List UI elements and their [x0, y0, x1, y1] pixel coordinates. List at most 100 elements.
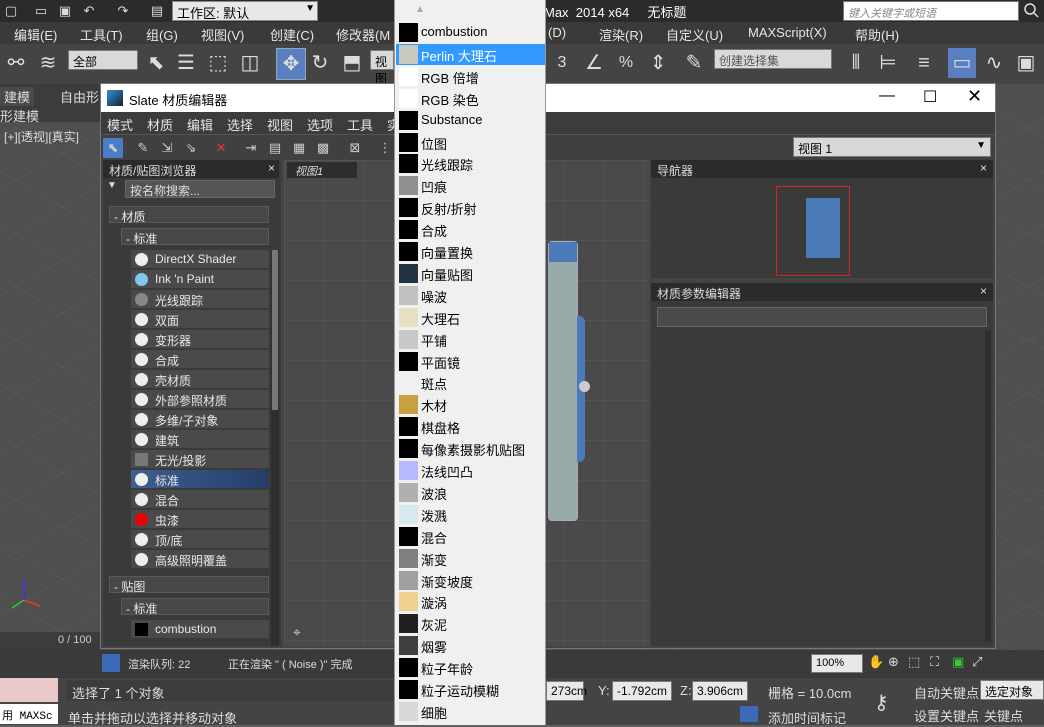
menu-customize[interactable]: 自定义(U) [666, 25, 723, 44]
zoom-extents-icon[interactable]: ⛶ [930, 654, 939, 670]
group-standard[interactable]: - 标准 [121, 228, 269, 246]
browser-material-item[interactable]: 变形器 [131, 330, 269, 349]
menu-create[interactable]: 创建(C) [270, 25, 314, 44]
window-crossing-icon[interactable]: ◫ [236, 48, 264, 78]
link-icon[interactable]: ⚯ [2, 48, 30, 78]
x-coordinate[interactable]: 273cm [546, 681, 587, 701]
menu-group[interactable]: 组(G) [146, 25, 178, 44]
group-maps-standard[interactable]: - 标准 [121, 598, 269, 616]
browser-material-item[interactable]: 高级照明覆盖 [131, 550, 269, 569]
close-icon[interactable]: ✕ [967, 86, 982, 107]
move-children-icon[interactable]: ⇥ [241, 138, 261, 158]
browser-search-input[interactable]: 按名称搜索... [125, 180, 275, 198]
layer-manager-icon[interactable]: ≡ [910, 48, 938, 78]
menu-rendering[interactable]: 渲染(R) [599, 25, 643, 44]
checker-icon[interactable]: ▩ [313, 138, 333, 158]
dropdown-option[interactable]: 波浪 [396, 482, 545, 503]
key-icon[interactable]: ⚷ [874, 690, 889, 715]
dropdown-option[interactable]: 大理石 [396, 307, 545, 328]
dropdown-option[interactable]: 向量置换 [396, 241, 545, 262]
dropdown-option[interactable]: 反射/折射 [396, 197, 545, 218]
search-input[interactable]: 键入关键字或短语 [843, 1, 1019, 21]
browser-material-item[interactable]: 混合 [131, 490, 269, 509]
dropdown-option[interactable]: Substance [396, 110, 545, 131]
time-tag-icon[interactable] [740, 706, 758, 722]
slate-menu-options[interactable]: 选项 [307, 115, 333, 134]
menu-edit[interactable]: 编辑(E) [14, 25, 57, 44]
undo-icon[interactable]: ↶ [80, 2, 98, 19]
browser-material-item[interactable]: 合成 [131, 350, 269, 369]
browser-scrollbar-thumb[interactable] [272, 250, 278, 410]
dropdown-option[interactable]: 平面镜 [396, 351, 545, 372]
viewport-label[interactable]: [+][透视][真实] [4, 128, 79, 145]
open-icon[interactable]: ▭ [32, 2, 50, 19]
time-slider[interactable]: 0 / 100 [0, 632, 100, 650]
group-materials[interactable]: - 材质 [109, 206, 269, 224]
redo-icon[interactable]: ↷ [114, 2, 132, 19]
close-icon[interactable]: × [980, 284, 987, 298]
dropdown-option[interactable]: 粒子年龄 [396, 657, 545, 678]
browser-map-combustion[interactable]: combustion [131, 620, 269, 639]
snap-3-icon[interactable]: 3 [548, 48, 576, 78]
dropdown-option[interactable]: 混合 [396, 526, 545, 547]
dropdown-option[interactable]: 灰泥 [396, 613, 545, 634]
ribbon-subtab[interactable]: 形建模 [0, 106, 39, 125]
background-icon[interactable]: ▦ [289, 138, 309, 158]
percent-snap-icon[interactable]: % [612, 48, 640, 78]
spinner-snap-icon[interactable]: ⇕ [644, 48, 672, 78]
dropdown-option[interactable]: 粒子运动模糊 [396, 679, 545, 700]
close-icon[interactable]: × [268, 161, 275, 175]
menu-maxscript[interactable]: MAXScript(X) [748, 25, 827, 40]
hide-unused-icon[interactable]: ⊠ [345, 138, 365, 158]
tab-view1[interactable]: 视图1 [287, 162, 357, 178]
schematic-view-icon[interactable]: ▣ [1012, 48, 1040, 78]
browser-material-item[interactable]: 建筑 [131, 430, 269, 449]
copy-icon[interactable]: ▤ [265, 138, 285, 158]
material-node-header[interactable] [549, 242, 577, 262]
maximize-icon[interactable]: ☐ [923, 87, 937, 107]
edit-named-selection-icon[interactable]: ✎ [680, 48, 708, 78]
slate-menu-select[interactable]: 选择 [227, 115, 253, 134]
zoom-select[interactable]: 100% [811, 654, 863, 673]
search-icon[interactable] [1023, 2, 1041, 20]
assign-material-icon[interactable]: ⇘ [181, 138, 201, 158]
curve-editor-icon[interactable]: ∿ [980, 48, 1008, 78]
dropdown-option[interactable]: 凹痕 [396, 175, 545, 196]
bind-spacewarp-icon[interactable]: ≋ [34, 48, 62, 78]
slate-menu-mode[interactable]: 模式 [107, 115, 133, 134]
pan-icon[interactable]: ⌖ [293, 624, 301, 641]
dropdown-option[interactable]: 光线跟踪 [396, 153, 545, 174]
menu-modifiers[interactable]: 修改器(M [336, 25, 390, 44]
browser-material-item[interactable]: 多维/子对象 [131, 410, 269, 429]
browser-material-item[interactable]: 标准 [131, 470, 269, 489]
y-coordinate[interactable]: -1.792cm [612, 681, 672, 701]
browser-material-item[interactable]: 壳材质 [131, 370, 269, 389]
z-coordinate[interactable]: 3.906cm [692, 681, 748, 701]
scroll-up-icon[interactable]: ▲ [415, 4, 435, 18]
save-icon[interactable]: ▣ [56, 2, 74, 19]
auto-key-button[interactable]: 自动关键点 [914, 683, 979, 702]
browser-material-item[interactable]: Ink 'n Paint [131, 270, 269, 289]
close-icon[interactable]: × [980, 161, 987, 175]
dropdown-option[interactable]: 法线凹凸 [396, 460, 545, 481]
named-selection-set-select[interactable]: 创建选择集 [714, 49, 832, 69]
zoom-icon[interactable]: ⊕ [888, 654, 899, 670]
put-material-icon[interactable]: ⇲ [157, 138, 177, 158]
set-key-button[interactable]: 设置关键点 [914, 706, 979, 725]
project-icon[interactable]: ▤ [148, 2, 166, 19]
scale-icon[interactable]: ⬒ [338, 48, 366, 78]
maxscript-listener[interactable]: 用 MAXSc [0, 704, 58, 724]
minimize-icon[interactable]: — [879, 87, 895, 105]
mirror-icon[interactable]: ⫴ [842, 48, 870, 78]
group-maps[interactable]: - 贴图 [109, 576, 269, 594]
browser-options-icon[interactable]: ▼ [107, 180, 119, 194]
maxscript-listener-top[interactable] [0, 678, 58, 702]
slate-menu-tools[interactable]: 工具 [347, 115, 373, 134]
pick-material-icon[interactable]: ✎ [133, 138, 153, 158]
select-by-name-icon[interactable]: ☰ [172, 48, 200, 78]
dropdown-option[interactable]: 向量贴图 [396, 263, 545, 284]
view-select[interactable]: 视图 1 ▼ [793, 137, 991, 157]
dropdown-option[interactable]: 棋盘格 [396, 416, 545, 437]
params-scrollbar[interactable] [985, 331, 991, 641]
menu-animation[interactable]: (D) [548, 25, 566, 40]
